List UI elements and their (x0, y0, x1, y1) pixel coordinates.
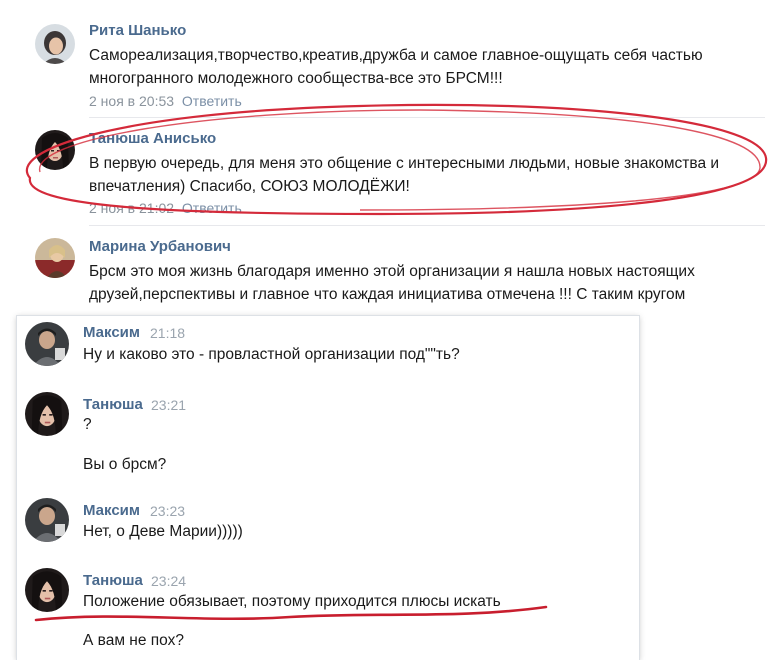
chat-author[interactable]: Максим (83, 502, 140, 519)
avatar[interactable] (25, 568, 69, 612)
comment-meta: 2 ноя в 21:02 Ответить (89, 200, 242, 216)
comment-text: Самореализация,творчество,креатив,дружба… (89, 47, 703, 87)
chat-window: Максим 21:18 Ну и каково это - провластн… (17, 316, 639, 660)
woman-dark-hair-photo-icon (25, 568, 69, 612)
chat-author[interactable]: Максим (83, 324, 140, 341)
screenshot: Рита Шанько Самореализация,творчество,кр… (0, 0, 776, 660)
comment-author[interactable]: Марина Урбанович (89, 238, 231, 255)
chat-time: 23:23 (150, 503, 186, 519)
woman-dark-hair-photo-icon (25, 392, 69, 436)
chat-time: 21:18 (150, 325, 186, 341)
chat-text: Положение обязывает, поэтому приходится … (83, 593, 501, 610)
man-photo-icon (25, 322, 69, 366)
chat-time: 23:21 (151, 397, 187, 413)
comment-author[interactable]: Танюша Анисько (89, 130, 216, 147)
woman-short-hair-photo-icon (35, 24, 75, 64)
chat-author[interactable]: Танюша (83, 572, 143, 589)
comment-meta: 2 ноя в 20:53 Ответить (89, 93, 242, 109)
avatar[interactable] (35, 24, 75, 64)
man-photo-icon (25, 498, 69, 542)
comment-text: В первую очередь, для меня это общение с… (89, 155, 720, 195)
chat-text: ? (83, 416, 92, 433)
avatar[interactable] (25, 322, 69, 366)
comment-date[interactable]: 2 ноя в 21:02 (89, 200, 174, 216)
comment: Танюша Анисько В первую очередь, для мен… (17, 118, 765, 226)
avatar[interactable] (25, 498, 69, 542)
avatar[interactable] (35, 238, 75, 278)
chat-time: 23:24 (151, 573, 187, 589)
comment: Марина Урбанович Брсм это моя жизнь благ… (17, 226, 765, 318)
comments-section: Рита Шанько Самореализация,творчество,кр… (17, 0, 765, 318)
comment-author[interactable]: Рита Шанько (89, 22, 186, 39)
woman-dark-hair-photo-icon (35, 130, 75, 170)
chat-author[interactable]: Танюша (83, 396, 143, 413)
chat-text: А вам не пох? (83, 632, 184, 649)
comment-text: Брсм это моя жизнь благодаря именно этой… (89, 263, 695, 303)
reply-link[interactable]: Ответить (182, 93, 242, 109)
chat-text: Ну и каково это - провластной организаци… (83, 346, 460, 363)
woman-blonde-photo-icon (35, 238, 75, 278)
chat-text: Вы о брсм? (83, 456, 167, 473)
avatar[interactable] (25, 392, 69, 436)
comment-date[interactable]: 2 ноя в 20:53 (89, 93, 174, 109)
comment: Рита Шанько Самореализация,творчество,кр… (17, 0, 765, 118)
chat-text: Нет, о Деве Марии))))) (83, 523, 243, 540)
reply-link[interactable]: Ответить (182, 200, 242, 216)
avatar[interactable] (35, 130, 75, 170)
